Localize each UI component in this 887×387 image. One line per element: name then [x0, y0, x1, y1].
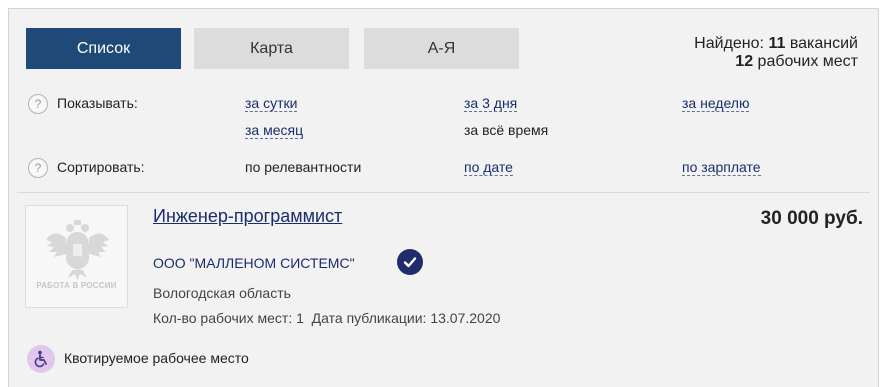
tab-list[interactable]: Список	[26, 28, 181, 69]
found-prefix: Найдено:	[694, 35, 764, 52]
salary: 30 000 руб.	[760, 208, 863, 229]
tab-alphabetical[interactable]: А-Я	[364, 28, 519, 69]
region: Вологодская область	[153, 285, 291, 301]
vacancies-label: вакансий	[789, 35, 858, 52]
logo-caption: РАБОТА В РОССИИ	[36, 281, 117, 290]
publish-date: Дата публикации: 13.07.2020	[311, 310, 501, 326]
eagle-emblem-icon	[46, 220, 109, 280]
sort-relevance-selected: по релевантности	[245, 159, 362, 175]
places-count: 12	[735, 53, 754, 70]
vacancies-count: 11	[768, 35, 786, 52]
company-link[interactable]: ООО "МАЛЛЕНОМ СИСТЕМС"	[153, 255, 355, 271]
divider	[17, 192, 870, 193]
vacancy-search-panel: Список Карта А-Я Найдено: 11 вакансий 12…	[8, 8, 879, 387]
filter-month[interactable]: за месяц	[245, 122, 304, 139]
workplaces-count: Кол-во рабочих мест: 1	[153, 310, 304, 326]
vacancy-title-link[interactable]: Инженер-программист	[153, 206, 342, 227]
sort-label: Сортировать:	[57, 159, 145, 175]
show-label: Показывать:	[57, 95, 138, 111]
check-glyph	[403, 257, 417, 268]
tab-map[interactable]: Карта	[194, 28, 349, 69]
company-logo: РАБОТА В РОССИИ	[25, 205, 128, 308]
help-show-icon[interactable]: ?	[28, 94, 48, 114]
wheelchair-icon	[27, 345, 55, 373]
sort-salary[interactable]: по зарплате	[682, 159, 761, 176]
verified-check-icon	[397, 249, 423, 275]
results-count: Найдено: 11 вакансий 12 рабочих мест	[694, 35, 858, 71]
places-label: рабочих мест	[757, 53, 858, 70]
wheelchair-glyph	[34, 350, 47, 368]
filter-day[interactable]: за сутки	[245, 95, 298, 112]
sort-date[interactable]: по дате	[464, 159, 513, 176]
quota-label: Квотируемое рабочее место	[64, 350, 249, 366]
vacancy-meta: Кол-во рабочих мест: 1 Дата публикации: …	[153, 310, 500, 326]
help-sort-icon[interactable]: ?	[28, 158, 48, 178]
filter-3-days[interactable]: за 3 дня	[464, 95, 518, 112]
filter-all-time-selected: за всё время	[464, 122, 549, 138]
filter-week[interactable]: за неделю	[682, 95, 750, 112]
